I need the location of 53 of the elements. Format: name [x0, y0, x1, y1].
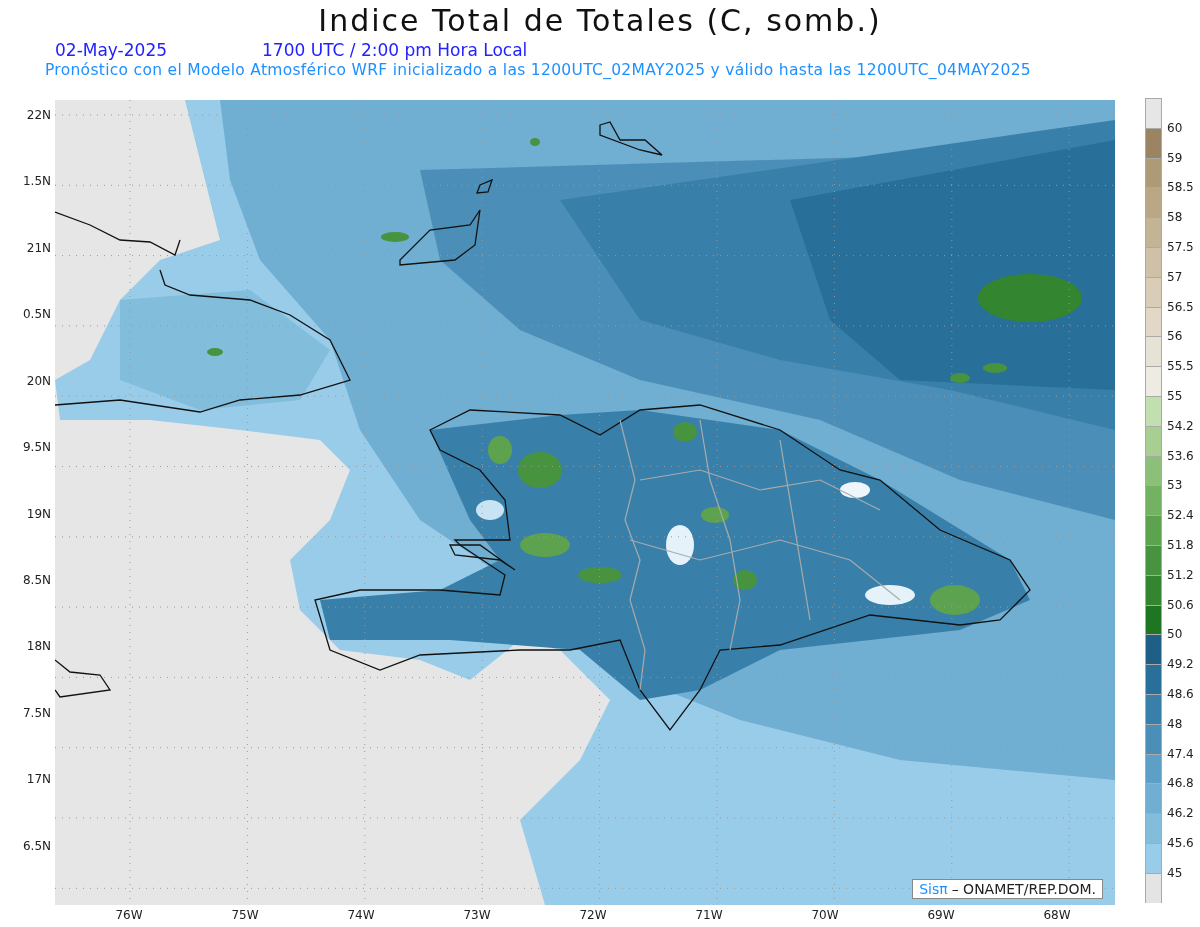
colorbar-label: 56 [1167, 329, 1183, 344]
credit-text: – ONAMET/REP.DOM. [951, 881, 1096, 897]
colorbar-label: 51.8 [1167, 537, 1194, 552]
colorbar-label: 47.4 [1167, 746, 1194, 761]
forecast-date: 02-May-2025 [55, 40, 167, 60]
longitude-label: 75W [230, 907, 260, 924]
colorbar-label: 53.6 [1167, 448, 1194, 463]
colorbar-label: 48.6 [1167, 686, 1194, 701]
colorbar-label: 46.8 [1167, 776, 1194, 791]
latitude-label: 6.5N [21, 838, 52, 855]
longitude-label: 74W [346, 907, 376, 924]
colorbar-label: 60 [1167, 120, 1183, 135]
longitude-label: 70W [810, 907, 840, 924]
colorbar-label: 55.5 [1167, 359, 1194, 374]
latitude-label: 8.5N [21, 572, 52, 589]
longitude-label: 71W [694, 907, 724, 924]
colorbar-label: 48 [1167, 716, 1183, 731]
forecast-subtitle: Pronóstico con el Modelo Atmosférico WRF inicializado a las 1200UTC_02MAY2025 y válido hasta las 1200UTC_04MAY2025 [44, 60, 1032, 80]
latitude-label: 0.5N [21, 307, 52, 324]
latitude-label: 19N [25, 506, 52, 523]
latitude-label: 1.5N [21, 174, 52, 191]
longitude-label: 68W [1042, 907, 1072, 924]
colorbar-label: 57.5 [1167, 240, 1194, 254]
latitude-label: 17N [25, 772, 52, 789]
colorbar-label: 57 [1167, 269, 1183, 284]
colorbar-label: 45 [1167, 865, 1183, 880]
latitude-label: 9.5N [21, 440, 52, 457]
colorbar-label: 59 [1167, 150, 1183, 165]
colorbar-label: 50.6 [1167, 597, 1194, 612]
colorbar-label: 45.6 [1167, 835, 1194, 850]
colorbar-label: 55 [1167, 388, 1183, 403]
logo-text: Sisπ [919, 881, 948, 897]
latitude-label: 22N [25, 108, 52, 124]
longitude-label: 69W [926, 907, 956, 924]
colorbar-label: 52.4 [1167, 508, 1194, 523]
longitude-label: 72W [578, 907, 608, 924]
colorbar-label: 50 [1167, 627, 1183, 642]
latitude-label: 18N [25, 639, 52, 656]
forecast-time: 1700 UTC / 2:00 pm Hora Local [262, 40, 528, 60]
longitude-label: 76W [114, 907, 144, 924]
colorbar-label: 46.2 [1167, 806, 1194, 821]
latitude-label: 20N [25, 373, 52, 390]
colorbar-label: 58.5 [1167, 180, 1194, 195]
colorbar-label: 58 [1167, 210, 1183, 225]
colorbar-label: 49.2 [1167, 657, 1194, 672]
latitude-label: 21N [25, 240, 52, 257]
longitude-label: 73W [462, 907, 492, 924]
colorbar-label: 54.2 [1167, 418, 1194, 433]
latitude-label: 7.5N [21, 705, 52, 722]
colorbar-label: 51.2 [1167, 567, 1194, 582]
chart-title: Indice Total de Totales (C, somb.) [317, 2, 883, 40]
colorbar-label: 56.5 [1167, 299, 1194, 314]
colorbar-label: 53 [1167, 478, 1183, 493]
